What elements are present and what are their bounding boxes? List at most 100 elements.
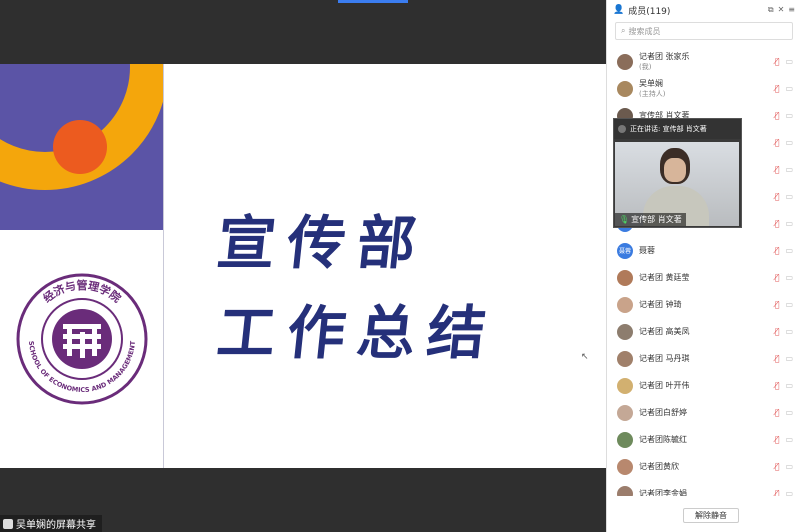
member-name-text: 记者团 张家乐 <box>639 51 690 61</box>
camera-off-icon[interactable]: ▭ <box>785 111 793 120</box>
unmute-all-button[interactable]: 解除静音 <box>683 508 739 523</box>
avatar <box>617 350 633 367</box>
camera-off-icon[interactable]: ▭ <box>785 84 793 93</box>
member-name-text: 记者团李金娟 <box>639 488 687 497</box>
mic-muted-icon[interactable]: 🎙̸ <box>775 273 780 282</box>
camera-off-icon[interactable]: ▭ <box>785 300 793 309</box>
screen-share-text: 吴单娴的屏幕共享 <box>16 520 96 531</box>
mic-muted-icon[interactable]: 🎙̸ <box>775 300 780 309</box>
member-status-icons: 🎙̸ ▭ <box>775 192 793 201</box>
member-name: 记者团 张家乐 (我) <box>639 52 690 72</box>
member-name: 记者团李金娟 <box>639 489 687 497</box>
camera-off-icon[interactable]: ▭ <box>785 462 793 471</box>
member-name: 记者团 高美凤 <box>639 327 690 337</box>
avatar <box>617 296 633 313</box>
mic-muted-icon[interactable]: 🎙̸ <box>775 381 780 390</box>
member-row[interactable]: 记者团黄欣 🎙̸ ▭ <box>607 453 800 480</box>
member-status-icons: 🎙̸ ▭ <box>775 219 793 228</box>
members-icon: 👤 <box>613 5 625 15</box>
active-speaker-video[interactable]: 正在讲话: 宣传部 肖文著 🎙 宣传部 肖文著 <box>613 118 742 228</box>
avatar <box>617 458 633 475</box>
member-name-text: 聂蓉 <box>639 245 655 255</box>
camera-off-icon[interactable]: ▭ <box>785 435 793 444</box>
avatar: 聂蓉 <box>617 242 633 259</box>
slide-decor-block <box>0 64 163 230</box>
member-name: 记者团陈毓红 <box>639 435 687 445</box>
mic-muted-icon[interactable]: 🎙̸ <box>775 462 780 471</box>
video-feed: 🎙 宣传部 肖文著 <box>615 142 739 226</box>
camera-off-icon[interactable]: ▭ <box>785 489 793 496</box>
avatar <box>617 431 633 448</box>
popout-icon[interactable]: ⧉ <box>768 5 774 15</box>
mic-muted-icon[interactable]: 🎙̸ <box>775 165 780 174</box>
camera-off-icon[interactable]: ▭ <box>785 273 793 282</box>
mic-muted-icon[interactable]: 🎙̸ <box>775 327 780 336</box>
school-logo: 经济与管理学院 SCHOOL OF ECONOMICS AND MANAGEME… <box>16 273 148 405</box>
mic-muted-icon[interactable]: 🎙̸ <box>775 192 780 201</box>
slide-title-line1: 宣传部 <box>213 209 432 277</box>
camera-off-icon[interactable]: ▭ <box>785 246 793 255</box>
member-name: 聂蓉 <box>639 246 655 256</box>
member-status-icons: 🎙̸ ▭ <box>775 327 793 336</box>
member-name-text: 记者团白舒婷 <box>639 407 687 417</box>
member-name: 吴单娴 (主持人) <box>639 79 665 99</box>
member-row[interactable]: 记者团 钟琦 🎙̸ ▭ <box>607 291 800 318</box>
mic-muted-icon[interactable]: 🎙̸ <box>775 111 780 120</box>
mic-on-icon: 🎙 <box>619 215 630 224</box>
member-status-icons: 🎙̸ ▭ <box>775 111 793 120</box>
mic-muted-icon[interactable]: 🎙̸ <box>775 435 780 444</box>
camera-off-icon[interactable]: ▭ <box>785 381 793 390</box>
mic-muted-icon[interactable]: 🎙̸ <box>775 84 780 93</box>
member-name: 记者团黄欣 <box>639 462 679 472</box>
mic-muted-icon[interactable]: 🎙̸ <box>775 408 780 417</box>
close-icon[interactable]: ✕ <box>778 5 785 15</box>
avatar <box>617 404 633 421</box>
member-row[interactable]: 记者团 叶开伟 🎙̸ ▭ <box>607 372 800 399</box>
camera-off-icon[interactable]: ▭ <box>785 354 793 363</box>
avatar <box>617 53 633 70</box>
member-status-icons: 🎙̸ ▭ <box>775 462 793 471</box>
camera-off-icon[interactable]: ▭ <box>785 165 793 174</box>
mic-muted-icon[interactable]: 🎙̸ <box>775 489 780 496</box>
screen-share-label[interactable]: 吴单娴的屏幕共享 <box>0 515 102 532</box>
member-status-icons: 🎙̸ ▭ <box>775 381 793 390</box>
member-name-text: 记者团陈毓红 <box>639 434 687 444</box>
member-name-text: 记者团 高美凤 <box>639 326 690 336</box>
member-row[interactable]: 记者团 马丹琪 🎙̸ ▭ <box>607 345 800 372</box>
share-indicator-bar <box>338 0 408 3</box>
member-row[interactable]: 记者团 黄廷莹 🎙̸ ▭ <box>607 264 800 291</box>
member-name: 记者团 马丹琪 <box>639 354 690 364</box>
mic-muted-icon[interactable]: 🎙̸ <box>775 219 780 228</box>
member-status-icons: 🎙̸ ▭ <box>775 408 793 417</box>
speaking-label: 正在讲话: 宣传部 肖文著 <box>630 125 707 133</box>
mic-muted-icon[interactable]: 🎙̸ <box>775 354 780 363</box>
members-panel: 👤 成员(119) ⧉ ✕ ≡ ⌕ 搜索成员 记者团 张家乐 (我) 🎙̸ ▭ 吴单娴(… <box>606 0 800 532</box>
member-status-icons: 🎙̸ ▭ <box>775 246 793 255</box>
member-status-icons: 🎙̸ ▭ <box>775 84 793 93</box>
member-name-text: 记者团 马丹琪 <box>639 353 690 363</box>
camera-off-icon[interactable]: ▭ <box>785 138 793 147</box>
member-name: 记者团白舒婷 <box>639 408 687 418</box>
camera-off-icon[interactable]: ▭ <box>785 219 793 228</box>
menu-icon[interactable]: ≡ <box>788 5 795 15</box>
member-row[interactable]: 记者团 高美凤 🎙̸ ▭ <box>607 318 800 345</box>
member-row[interactable]: 记者团 张家乐 (我) 🎙̸ ▭ <box>607 48 800 75</box>
camera-off-icon[interactable]: ▭ <box>785 192 793 201</box>
member-row[interactable]: 吴单娴 (主持人) 🎙̸ ▭ <box>607 75 800 102</box>
member-row[interactable]: 记者团陈毓红 🎙̸ ▭ <box>607 426 800 453</box>
member-row[interactable]: 记者团李金娟 🎙̸ ▭ <box>607 480 800 496</box>
camera-off-icon[interactable]: ▭ <box>785 327 793 336</box>
mic-muted-icon[interactable]: 🎙̸ <box>775 138 780 147</box>
member-status-icons: 🎙̸ ▭ <box>775 354 793 363</box>
member-status-icons: 🎙̸ ▭ <box>775 300 793 309</box>
camera-off-icon[interactable]: ▭ <box>785 57 793 66</box>
mic-muted-icon[interactable]: 🎙̸ <box>775 246 780 255</box>
mic-muted-icon[interactable]: 🎙̸ <box>775 57 780 66</box>
member-search-input[interactable]: ⌕ 搜索成员 <box>615 22 793 40</box>
member-status-icons: 🎙̸ ▭ <box>775 138 793 147</box>
camera-off-icon[interactable]: ▭ <box>785 408 793 417</box>
member-row[interactable]: 记者团白舒婷 🎙̸ ▭ <box>607 399 800 426</box>
speaker-avatar-icon <box>618 125 626 133</box>
member-row[interactable]: 聂蓉 聂蓉 🎙̸ ▭ <box>607 237 800 264</box>
member-name: 记者团 钟琦 <box>639 300 682 310</box>
